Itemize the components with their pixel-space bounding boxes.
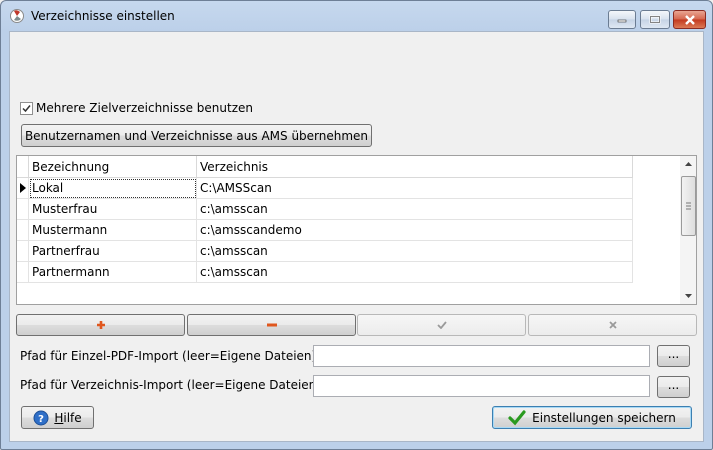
directory-grid[interactable]: Bezeichnung Verzeichnis Lokal C:\AMSScan…	[16, 155, 697, 305]
checkmark-icon	[508, 409, 526, 425]
row-indicator	[17, 199, 29, 220]
save-settings-button[interactable]: Einstellungen speichern	[492, 406, 692, 429]
checkbox-box[interactable]	[20, 101, 33, 115]
scroll-up-button[interactable]	[680, 156, 696, 172]
grid-header: Bezeichnung Verzeichnis	[17, 156, 633, 178]
multi-dirs-checkbox[interactable]: Mehrere Zielverzeichnisse benutzen	[20, 100, 253, 116]
close-button[interactable]	[673, 10, 706, 29]
column-header-verzeichnis[interactable]: Verzeichnis	[197, 156, 633, 178]
close-icon	[684, 14, 695, 25]
plus-icon	[96, 321, 105, 329]
maximize-icon	[649, 15, 661, 24]
minimize-button[interactable]	[608, 10, 636, 29]
minimize-icon	[617, 19, 627, 22]
cell-verzeichnis[interactable]: c:\amsscandemo	[197, 220, 633, 241]
help-button[interactable]: ? Hilfe	[21, 406, 94, 429]
cell-bezeichnung[interactable]: Partnerfrau	[29, 241, 197, 262]
scroll-down-button[interactable]	[680, 288, 696, 304]
title-bar[interactable]: Verzeichnisse einstellen	[1, 1, 712, 31]
minus-icon	[266, 323, 277, 327]
cell-bezeichnung[interactable]: Musterfrau	[29, 199, 197, 220]
svg-text:?: ?	[38, 414, 44, 425]
delete-record-button[interactable]	[187, 314, 356, 336]
dir-import-browse-button[interactable]: ...	[657, 376, 690, 398]
import-from-ams-button[interactable]: Benutzernamen und Verzeichnisse aus AMS …	[21, 124, 372, 147]
row-indicator	[17, 262, 29, 283]
checkbox-label: Mehrere Zielverzeichnisse benutzen	[36, 101, 254, 115]
cell-verzeichnis[interactable]: c:\amsscan	[197, 241, 633, 262]
table-row[interactable]: Mustermann c:\amsscandemo	[17, 220, 633, 241]
row-indicator	[17, 178, 29, 199]
maximize-button[interactable]	[640, 10, 670, 29]
row-indicator	[17, 241, 29, 262]
post-record-button[interactable]	[357, 314, 526, 336]
cancel-record-button[interactable]	[528, 314, 697, 336]
window-title: Verzeichnisse einstellen	[31, 9, 175, 23]
table-row[interactable]: Partnerfrau c:\amsscan	[17, 241, 633, 262]
column-header-bezeichnung[interactable]: Bezeichnung	[29, 156, 197, 178]
help-icon: ?	[33, 410, 49, 425]
table-row[interactable]: Lokal C:\AMSScan	[17, 178, 633, 199]
scroll-down-icon	[684, 294, 692, 298]
vertical-scrollbar[interactable]	[680, 156, 696, 304]
dir-import-path-input[interactable]	[313, 375, 650, 397]
scroll-up-icon	[684, 162, 692, 166]
cell-verzeichnis[interactable]: c:\amsscan	[197, 199, 633, 220]
current-row-marker-icon	[20, 183, 26, 193]
dir-import-path-label: Pfad für Verzeichnis-Import (leer=Eigene…	[20, 378, 321, 392]
cell-verzeichnis[interactable]: c:\amsscan	[197, 262, 633, 283]
app-icon	[9, 8, 25, 24]
add-record-button[interactable]	[16, 314, 185, 336]
table-row[interactable]: Musterfrau c:\amsscan	[17, 199, 633, 220]
cell-verzeichnis[interactable]: C:\AMSScan	[197, 178, 633, 199]
indicator-header	[17, 156, 29, 178]
save-settings-label: Einstellungen speichern	[532, 410, 676, 425]
pdf-import-path-input[interactable]	[313, 345, 650, 367]
check-icon	[436, 321, 447, 329]
grip-icon	[686, 202, 691, 210]
table-row[interactable]: Partnermann c:\amsscan	[17, 262, 633, 283]
help-button-label: Hilfe	[54, 410, 82, 425]
x-icon	[608, 321, 617, 329]
scrollbar-thumb[interactable]	[681, 176, 696, 236]
pdf-import-browse-button[interactable]: ...	[657, 345, 690, 367]
cell-bezeichnung[interactable]: Mustermann	[29, 220, 197, 241]
cell-bezeichnung[interactable]: Lokal	[29, 178, 197, 199]
pdf-import-path-label: Pfad für Einzel-PDF-Import (leer=Eigene …	[20, 349, 317, 363]
row-indicator	[17, 220, 29, 241]
cell-bezeichnung[interactable]: Partnermann	[29, 262, 197, 283]
check-icon	[22, 104, 31, 112]
